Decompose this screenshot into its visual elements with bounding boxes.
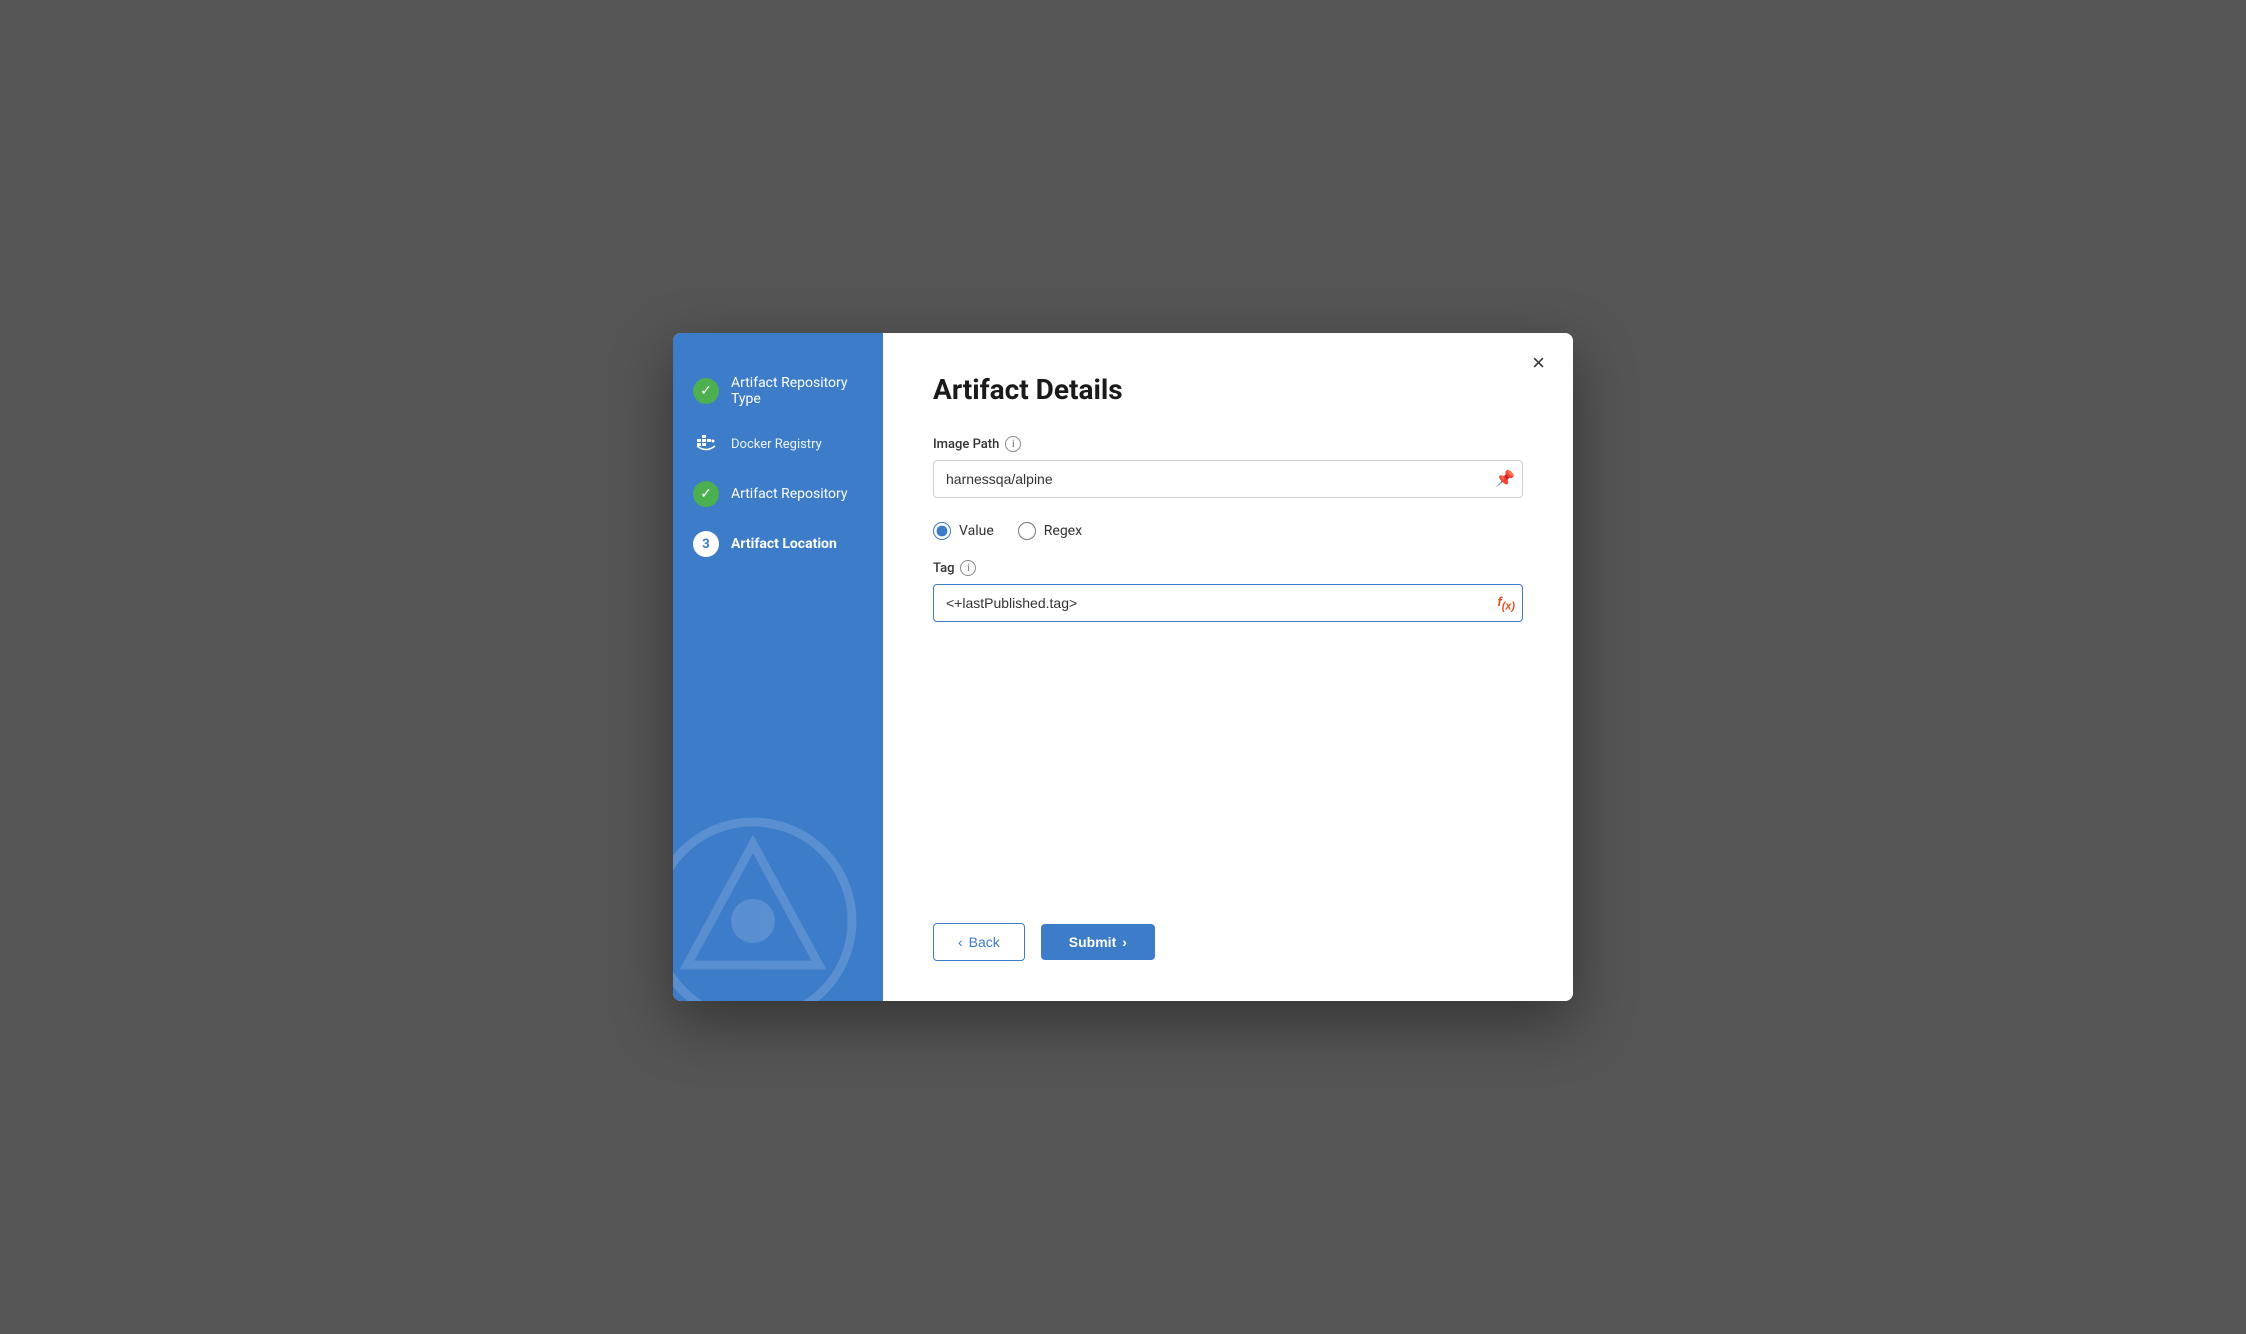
step-number-icon-3: 3: [693, 531, 719, 557]
docker-icon: [693, 431, 719, 457]
close-button[interactable]: ×: [1524, 348, 1553, 378]
radio-regex-option[interactable]: Regex: [1018, 522, 1082, 540]
radio-value-option[interactable]: Value: [933, 522, 994, 540]
sidebar-label-docker-registry: Docker Registry: [731, 437, 822, 452]
chevron-left-icon: ‹: [958, 934, 963, 950]
radio-value-input[interactable]: [933, 522, 951, 540]
tag-label: Tag i: [933, 560, 1523, 576]
chevron-right-icon: ›: [1122, 934, 1127, 950]
sidebar-item-artifact-repository[interactable]: ✓ Artifact Repository: [673, 469, 883, 519]
sidebar-label-artifact-location: Artifact Location: [731, 536, 837, 552]
sidebar-item-docker-registry[interactable]: Docker Registry: [673, 419, 883, 469]
radio-regex-label: Regex: [1044, 523, 1082, 539]
radio-value-label: Value: [959, 523, 994, 539]
sidebar-item-artifact-location[interactable]: 3 Artifact Location: [673, 519, 883, 569]
step-check-icon-2: ✓: [693, 481, 719, 507]
submit-button[interactable]: Submit ›: [1041, 924, 1155, 960]
image-path-input-wrapper: 📌: [933, 460, 1523, 498]
tag-info-icon[interactable]: i: [960, 560, 976, 576]
radio-regex-input[interactable]: [1018, 522, 1036, 540]
tag-input[interactable]: [933, 584, 1523, 622]
tag-group: Tag i f(x): [933, 560, 1523, 622]
image-path-info-icon[interactable]: i: [1005, 436, 1021, 452]
sidebar-label-artifact-repository-type: Artifact Repository Type: [731, 375, 863, 407]
sidebar: ✓ Artifact Repository Type Docker Re: [673, 333, 883, 1001]
tag-fx-button[interactable]: f(x): [1497, 594, 1515, 613]
sidebar-label-artifact-repository: Artifact Repository: [731, 486, 848, 502]
sidebar-item-artifact-repository-type[interactable]: ✓ Artifact Repository Type: [673, 363, 883, 419]
image-path-input[interactable]: [933, 460, 1523, 498]
step-check-icon-1: ✓: [693, 378, 719, 404]
tag-input-wrapper: f(x): [933, 584, 1523, 622]
fx-icon: f(x): [1497, 594, 1515, 613]
modal: ✓ Artifact Repository Type Docker Re: [673, 333, 1573, 1001]
pin-icon: 📌: [1495, 469, 1515, 489]
image-path-label: Image Path i: [933, 436, 1523, 452]
image-path-pin-button[interactable]: 📌: [1495, 469, 1515, 489]
page-title: Artifact Details: [933, 373, 1523, 406]
back-button[interactable]: ‹ Back: [933, 923, 1025, 961]
tag-type-radio-group: Value Regex: [933, 522, 1523, 540]
image-path-group: Image Path i 📌: [933, 436, 1523, 498]
main-content: × Artifact Details Image Path i 📌 Val: [883, 333, 1573, 1001]
footer: ‹ Back Submit ›: [933, 923, 1523, 961]
